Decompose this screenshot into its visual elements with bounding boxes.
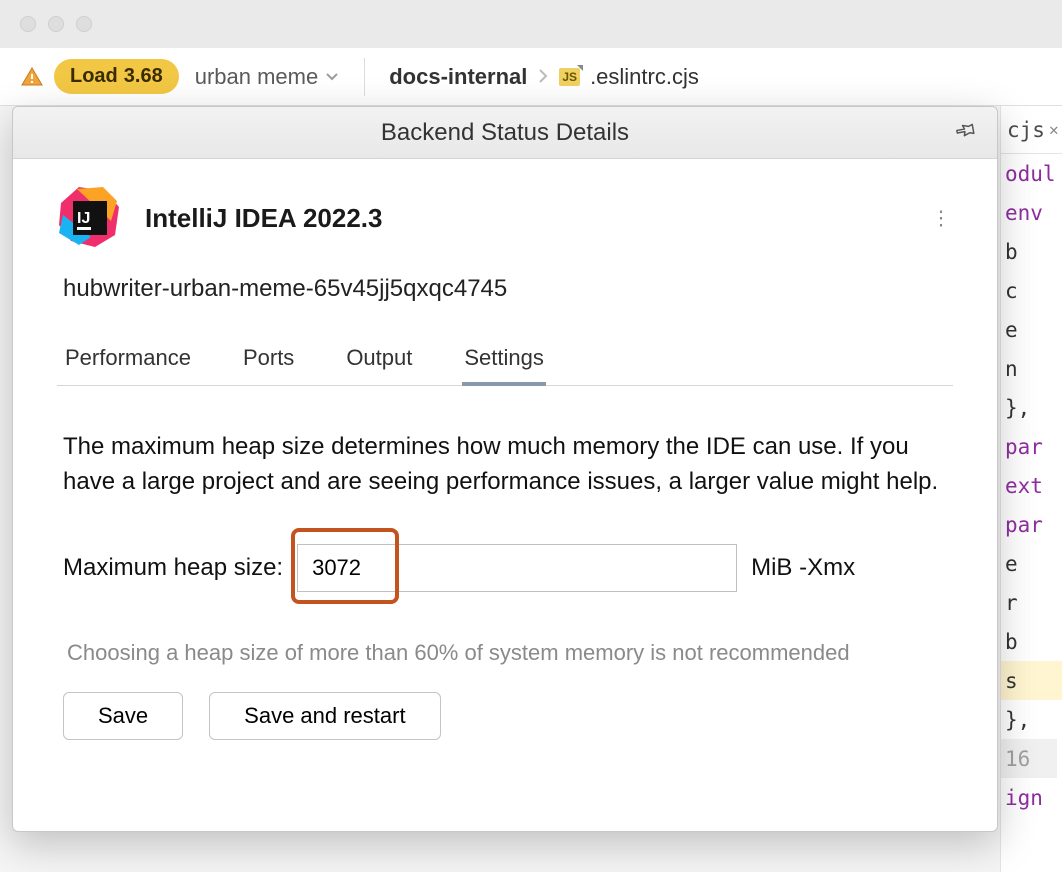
window-titlebar bbox=[0, 0, 1062, 48]
load-badge[interactable]: Load 3.68 bbox=[54, 59, 179, 94]
tab-settings[interactable]: Settings bbox=[462, 339, 546, 385]
js-file-icon: JS bbox=[559, 68, 580, 86]
heap-size-row: Maximum heap size: MiB -Xmx bbox=[63, 544, 947, 592]
code-line: b bbox=[1001, 622, 1062, 661]
code-line: n bbox=[1001, 349, 1062, 388]
code-line: par bbox=[1001, 505, 1062, 544]
traffic-light-minimize[interactable] bbox=[48, 16, 64, 32]
backend-status-popover: Backend Status Details IJ IntelliJ IDEA … bbox=[12, 106, 998, 832]
heap-size-label: Maximum heap size: bbox=[63, 554, 283, 582]
pin-icon[interactable] bbox=[947, 114, 982, 150]
editor-tab[interactable]: cjs ✕ bbox=[1001, 106, 1062, 154]
button-row: Save Save and restart bbox=[63, 692, 947, 740]
popover-title: Backend Status Details bbox=[381, 119, 629, 147]
editor-tab-label: cjs bbox=[1007, 118, 1045, 142]
tab-performance[interactable]: Performance bbox=[63, 339, 193, 385]
code-line: r bbox=[1001, 583, 1062, 622]
close-icon[interactable]: ✕ bbox=[1049, 120, 1059, 139]
product-row: IJ IntelliJ IDEA 2022.3 ⋮ bbox=[57, 185, 953, 251]
kebab-menu-icon[interactable]: ⋮ bbox=[931, 206, 953, 231]
svg-text:IJ: IJ bbox=[77, 210, 90, 227]
main-toolbar: Load 3.68 urban meme docs-internal JS .e… bbox=[0, 48, 1062, 106]
load-label: Load bbox=[70, 65, 118, 88]
tab-output[interactable]: Output bbox=[344, 339, 414, 385]
breadcrumb-file[interactable]: .eslintrc.cjs bbox=[590, 64, 699, 90]
heap-unit-label: MiB -Xmx bbox=[751, 554, 855, 582]
code-line: env bbox=[1001, 193, 1062, 232]
tab-ports[interactable]: Ports bbox=[241, 339, 296, 385]
breadcrumb-root[interactable]: docs-internal bbox=[389, 64, 527, 90]
traffic-light-close[interactable] bbox=[20, 16, 36, 32]
code-line: ext bbox=[1001, 466, 1062, 505]
heap-hint: Choosing a heap size of more than 60% of… bbox=[63, 640, 947, 666]
toolbar-separator bbox=[364, 58, 365, 96]
save-button[interactable]: Save bbox=[63, 692, 183, 740]
code-line: }, bbox=[1001, 388, 1062, 427]
heap-size-input[interactable] bbox=[297, 544, 737, 592]
settings-description: The maximum heap size determines how muc… bbox=[63, 430, 947, 500]
chevron-right-icon bbox=[537, 64, 549, 90]
code-line: 16 bbox=[1001, 739, 1057, 778]
warning-icon bbox=[20, 65, 44, 89]
editor-code-strip: cjs ✕ odulenv b c e n},parextpar e r b s… bbox=[1000, 106, 1062, 872]
code-line: e bbox=[1001, 544, 1062, 583]
code-line: par bbox=[1001, 427, 1062, 466]
load-value: 3.68 bbox=[124, 65, 163, 88]
code-line: }, bbox=[1001, 700, 1062, 739]
popover-header: Backend Status Details bbox=[13, 107, 997, 159]
project-selector[interactable]: urban meme bbox=[189, 64, 341, 90]
traffic-light-zoom[interactable] bbox=[76, 16, 92, 32]
code-line: odul bbox=[1001, 154, 1062, 193]
chevron-down-icon bbox=[324, 64, 340, 90]
breadcrumb: docs-internal JS .eslintrc.cjs bbox=[389, 64, 699, 90]
intellij-logo-icon: IJ bbox=[57, 185, 123, 251]
code-line: c bbox=[1001, 271, 1062, 310]
code-line: b bbox=[1001, 232, 1062, 271]
save-restart-button[interactable]: Save and restart bbox=[209, 692, 440, 740]
code-line: ign bbox=[1001, 778, 1062, 817]
settings-pane: The maximum heap size determines how muc… bbox=[57, 386, 953, 740]
code-line: s bbox=[1001, 661, 1062, 700]
machine-id: hubwriter-urban-meme-65v45jj5qxqc4745 bbox=[63, 275, 953, 303]
project-name-label: urban meme bbox=[195, 64, 319, 90]
popover-tabs: Performance Ports Output Settings bbox=[57, 339, 953, 386]
code-line: e bbox=[1001, 310, 1062, 349]
product-title: IntelliJ IDEA 2022.3 bbox=[145, 203, 382, 234]
